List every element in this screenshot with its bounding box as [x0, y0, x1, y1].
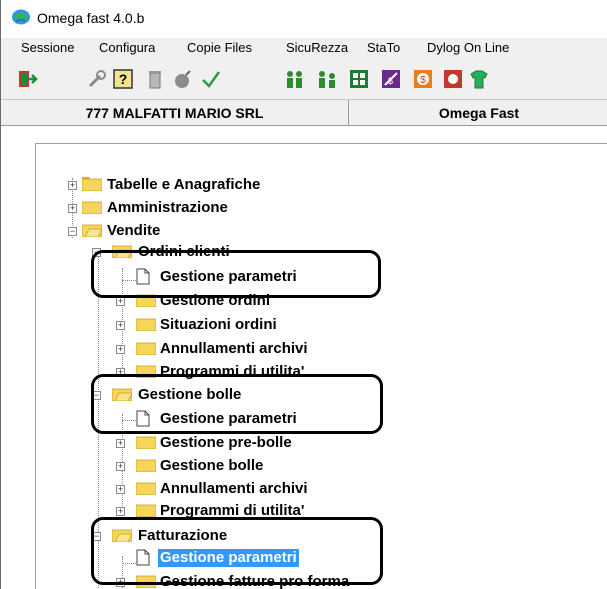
folder-icon	[136, 436, 156, 449]
tree-label: Situazioni ordini	[160, 316, 277, 333]
expand-plus-icon[interactable]: +	[68, 181, 77, 190]
expand-plus-icon[interactable]: +	[68, 204, 77, 213]
tree-label: Amministrazione	[107, 199, 228, 216]
expand-plus-icon[interactable]: +	[116, 297, 125, 306]
svg-text:$: $	[420, 75, 426, 86]
menu-dylog-on-line[interactable]: Dylog On Line	[427, 40, 509, 55]
tree-label: Annullamenti archivi	[160, 480, 308, 497]
tree-label: Tabelle e Anagrafiche	[107, 176, 261, 193]
svg-text:?: ?	[119, 71, 128, 87]
folder-icon	[136, 459, 156, 472]
title-bar: Omega fast 4.0.b	[1, 0, 607, 38]
svg-text:$: $	[388, 76, 393, 86]
folder-icon	[136, 318, 156, 331]
app-window: Omega fast 4.0.b Sessione Configura Copi…	[0, 0, 607, 589]
menu-configura[interactable]: Configura	[99, 40, 155, 55]
dollar-icon[interactable]: $	[411, 67, 435, 91]
highlight-box-bolle	[91, 374, 383, 434]
folder-icon	[136, 482, 156, 495]
menu-stato[interactable]: StaTo	[367, 40, 400, 55]
window-title: Omega fast 4.0.b	[37, 10, 145, 26]
client-area: + Tabelle e Anagrafiche + Amministrazion…	[1, 127, 607, 589]
tree-label: Gestione bolle	[160, 457, 264, 474]
folder-icon	[82, 177, 102, 191]
check-icon[interactable]	[199, 67, 223, 91]
folder-icon	[82, 201, 102, 214]
expand-plus-icon[interactable]: +	[116, 321, 125, 330]
expand-plus-icon[interactable]: +	[116, 439, 125, 448]
company-name: 777 MALFATTI MARIO SRL	[1, 100, 349, 126]
expand-plus-icon[interactable]: +	[116, 485, 125, 494]
product-name: Omega Fast	[438, 105, 520, 121]
tshirt-icon[interactable]	[467, 67, 491, 91]
menu-sicurezza[interactable]: SicuRezza	[286, 40, 348, 55]
tools-icon[interactable]	[85, 67, 109, 91]
menu-bar: Sessione Configura Copie Files SicuRezza…	[1, 38, 607, 60]
menu-sessione[interactable]: Sessione	[21, 40, 74, 55]
expand-plus-icon[interactable]: +	[116, 345, 125, 354]
folder-icon	[136, 504, 156, 517]
exit-icon[interactable]	[15, 67, 39, 91]
trash-icon[interactable]	[143, 67, 167, 91]
open-folder-icon	[82, 224, 102, 237]
help-icon[interactable]: ?	[111, 67, 135, 91]
info-bar: 777 MALFATTI MARIO SRL Omega Fast	[1, 100, 607, 126]
bomb-icon[interactable]	[171, 67, 195, 91]
tree-label: Gestione pre-bolle	[160, 434, 292, 451]
user-group-icon[interactable]	[315, 67, 339, 91]
toolbar: ? $ $	[1, 60, 607, 100]
users-icon[interactable]	[283, 67, 307, 91]
omega-app-icon	[12, 9, 30, 25]
edit-money-icon[interactable]: $	[379, 67, 403, 91]
expand-plus-icon[interactable]: +	[116, 507, 125, 516]
tree-label: Annullamenti archivi	[160, 340, 308, 357]
menu-tree: + Tabelle e Anagrafiche + Amministrazion…	[35, 143, 607, 589]
tree-label: Vendite	[107, 222, 161, 239]
highlight-box-ordini	[91, 250, 381, 298]
menu-copie-files[interactable]: Copie Files	[187, 40, 252, 55]
highlight-box-fatturazione	[91, 517, 383, 585]
expand-plus-icon[interactable]: +	[116, 462, 125, 471]
calculator-icon[interactable]	[347, 67, 371, 91]
collapse-minus-icon[interactable]: −	[68, 227, 77, 236]
folder-icon	[136, 342, 156, 355]
stamp-icon[interactable]	[441, 67, 465, 91]
